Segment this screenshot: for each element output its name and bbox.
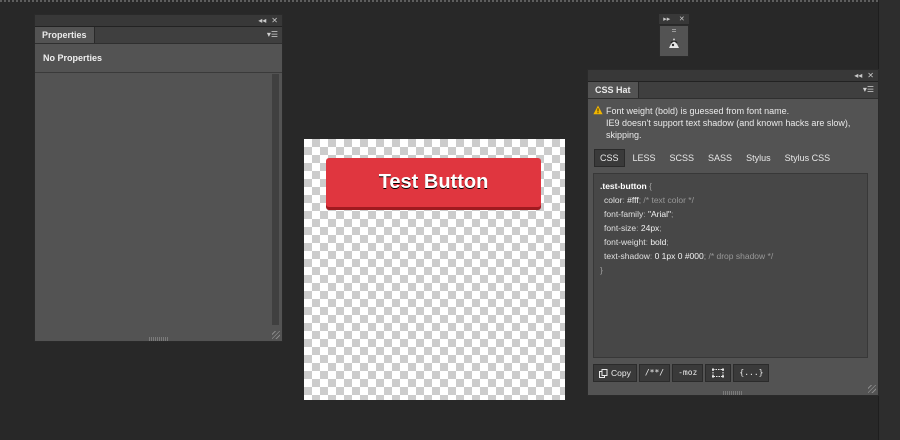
panel-menu-icon[interactable]: ▾☰	[267, 30, 278, 40]
code-prop: text-shadow	[604, 251, 650, 261]
transparent-canvas: Test Button	[304, 139, 565, 400]
tab-scss[interactable]: SCSS	[664, 149, 701, 167]
hat-icon	[669, 29, 679, 48]
braces-toggle-button[interactable]: {...}	[733, 364, 770, 382]
tab-stylus-css[interactable]: Stylus CSS	[779, 149, 837, 167]
tab-properties[interactable]: Properties	[35, 27, 95, 43]
panel-footer-grip[interactable]	[148, 337, 169, 341]
tab-csshat[interactable]: CSS Hat	[588, 82, 639, 98]
code-line: color: #fff; /* text color */	[604, 195, 694, 205]
code-value: "Arial"	[647, 209, 671, 219]
resize-grip-icon[interactable]	[868, 385, 876, 393]
close-icon[interactable]: ✕	[867, 70, 874, 81]
tab-css[interactable]: CSS	[594, 149, 625, 167]
layer-bounds-button[interactable]	[705, 364, 732, 382]
copy-icon	[599, 368, 608, 378]
test-button: Test Button	[326, 158, 541, 207]
code-close-brace: }	[600, 265, 603, 275]
warning-box: Font weight (bold) is guessed from font …	[588, 99, 878, 145]
code-output[interactable]: .test-button { color: #fff; /* text colo…	[593, 173, 868, 358]
properties-panel-strip: ◂◂ ✕	[35, 15, 282, 27]
moz-prefix-toggle-button[interactable]: -moz	[672, 364, 704, 382]
code-value: bold	[650, 237, 667, 247]
no-properties-label: No Properties	[35, 44, 282, 73]
language-tabs: CSS LESS SCSS SASS Stylus Stylus CSS	[588, 145, 878, 167]
close-icon[interactable]: ✕	[271, 15, 278, 26]
right-dock-edge	[878, 0, 900, 440]
warning-icon	[593, 105, 603, 115]
code-prop: font-weight	[604, 237, 646, 247]
code-comment: /* drop shadow */	[708, 251, 774, 261]
code-line: font-family: "Arial";	[604, 209, 674, 219]
code-prop: font-size	[604, 223, 637, 233]
code-open-brace: {	[649, 181, 652, 191]
tab-less[interactable]: LESS	[627, 149, 662, 167]
top-dashed-edge	[0, 0, 900, 2]
csshat-plugin-button[interactable]	[659, 25, 689, 57]
properties-panel: ◂◂ ✕ Properties ▾☰ No Properties	[34, 14, 283, 342]
warning-text: Font weight (bold) is guessed from font …	[606, 106, 790, 116]
properties-tabrow: Properties ▾☰	[35, 27, 282, 44]
csshat-panel: ◂◂ ✕ CSS Hat ▾☰ Font weight (bold) is gu…	[587, 69, 879, 396]
panel-footer-grip[interactable]	[723, 391, 743, 395]
code-prop: font-family	[604, 209, 644, 219]
collapse-icon[interactable]: ◂◂	[854, 70, 862, 81]
code-line: font-weight: bold;	[604, 237, 669, 247]
warning-text: IE9 doesn't support text shadow (and kno…	[606, 118, 851, 128]
code-line: font-size: 24px;	[604, 223, 662, 233]
panel-menu-icon[interactable]: ▾☰	[863, 85, 874, 95]
scrollbar[interactable]	[272, 74, 279, 325]
comments-toggle-button[interactable]: /**/	[638, 364, 671, 382]
warning-text: skipping.	[606, 130, 642, 140]
close-icon[interactable]: ✕	[679, 15, 685, 23]
code-value: 0 1px 0 #000	[654, 251, 704, 261]
csshat-tabrow: CSS Hat ▾☰	[588, 82, 878, 99]
tab-sass[interactable]: SASS	[702, 149, 738, 167]
code-selector: .test-button	[600, 181, 647, 191]
bounds-icon	[712, 368, 725, 378]
code-line: text-shadow: 0 1px 0 #000; /* drop shado…	[604, 251, 774, 261]
copy-button[interactable]: Copy	[593, 364, 637, 382]
expand-icon[interactable]: ▸▸	[663, 15, 670, 23]
copy-label: Copy	[611, 368, 631, 378]
resize-grip-icon[interactable]	[272, 331, 280, 339]
csshat-toolbar: Copy /**/ -moz {...}	[593, 364, 770, 382]
plugin-strip: ▸▸ ✕	[659, 14, 689, 24]
csshat-panel-strip: ◂◂ ✕	[588, 70, 878, 82]
code-value: 24px	[640, 223, 660, 233]
code-prop: color	[604, 195, 623, 205]
collapse-icon[interactable]: ◂◂	[258, 15, 266, 26]
tab-stylus[interactable]: Stylus	[740, 149, 777, 167]
code-value: #fff	[627, 195, 639, 205]
code-comment: /* text color */	[643, 195, 694, 205]
